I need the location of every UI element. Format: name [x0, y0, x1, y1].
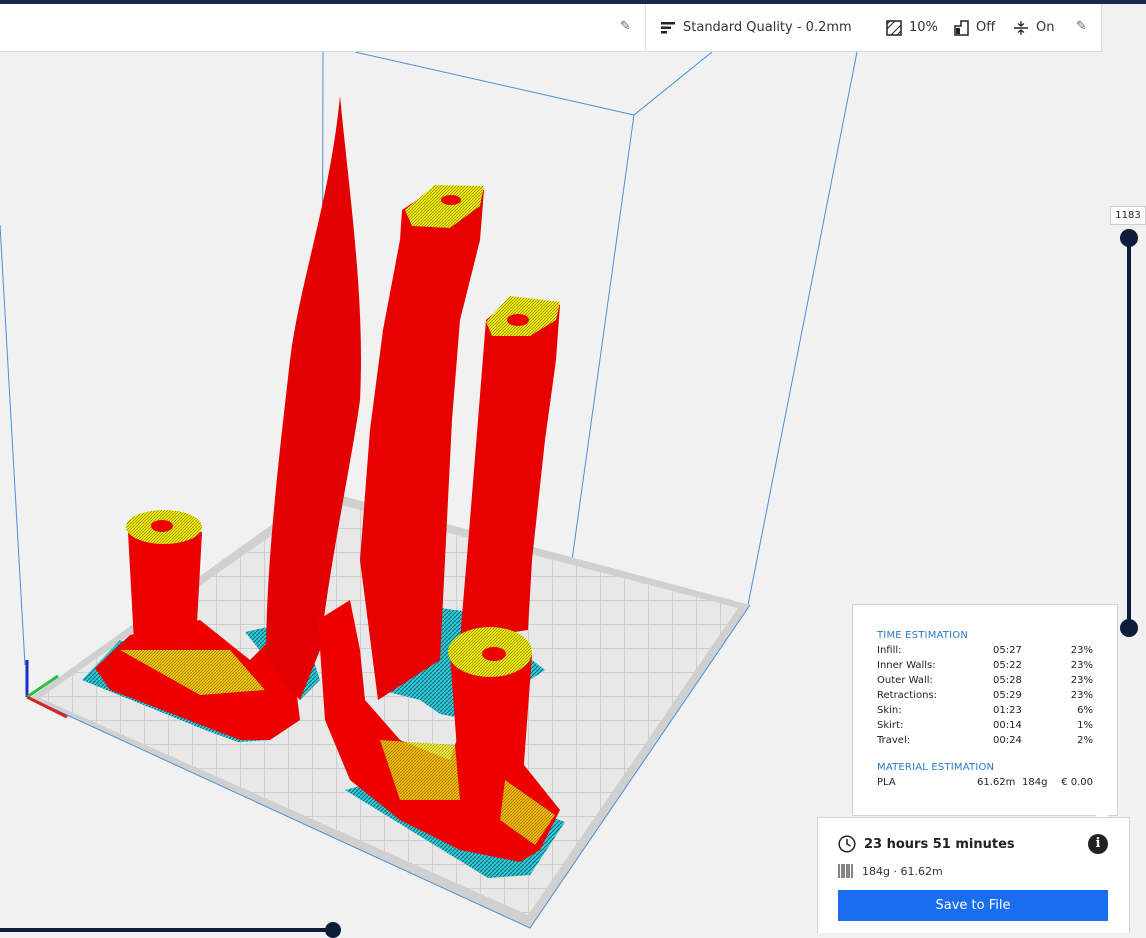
time-row-time: 00:14 [993, 720, 1022, 731]
time-row-pct: 23% [1070, 675, 1093, 686]
time-row-time: 05:22 [993, 660, 1022, 671]
time-row-time: 05:27 [993, 645, 1022, 656]
layer-slider-bottom-handle[interactable] [1120, 619, 1138, 637]
time-row: Travel: 00:24 2% [877, 735, 1093, 750]
print-settings-bar[interactable]: Standard Quality - 0.2mm 10% Off On ✎ [646, 4, 1102, 52]
time-row-label: Outer Wall: [877, 675, 933, 686]
material-estimation-title: MATERIAL ESTIMATION [877, 762, 995, 773]
time-row-pct: 2% [1077, 735, 1093, 746]
profile-icon [661, 21, 675, 33]
pencil-icon[interactable]: ✎ [1076, 19, 1087, 34]
material-length: 61.62m [977, 777, 1016, 788]
time-row-pct: 23% [1070, 660, 1093, 671]
toolbar-left: ✎ [0, 4, 646, 52]
material-summary-row: 184g · 61.62m [838, 862, 943, 880]
material-weight: 184g [1022, 777, 1048, 788]
time-row-label: Travel: [877, 735, 911, 746]
time-row: Inner Walls: 05:22 23% [877, 660, 1093, 675]
time-row: Outer Wall: 05:28 23% [877, 675, 1093, 690]
time-row: Skirt: 00:14 1% [877, 720, 1093, 735]
layer-progress-handle[interactable] [325, 922, 341, 938]
time-row-label: Infill: [877, 645, 902, 656]
material-name: PLA [877, 777, 896, 788]
infill-icon [886, 19, 902, 36]
print-time-row: 23 hours 51 minutes [838, 834, 1015, 854]
time-row-pct: 6% [1077, 705, 1093, 716]
adhesion-icon [1014, 20, 1028, 35]
print-time: 23 hours 51 minutes [864, 836, 1015, 852]
time-row-time: 01:23 [993, 705, 1022, 716]
time-row-pct: 1% [1077, 720, 1093, 731]
material-summary: 184g · 61.62m [862, 864, 943, 878]
time-row-time: 00:24 [993, 735, 1022, 746]
print-summary-panel: 23 hours 51 minutes i 184g · 61.62m Save… [817, 817, 1130, 933]
layer-number-label[interactable]: 1183 [1110, 206, 1146, 225]
time-row-time: 05:28 [993, 675, 1022, 686]
infill-setting[interactable]: 10% [886, 4, 938, 51]
spool-icon [838, 864, 853, 878]
time-row-label: Inner Walls: [877, 660, 936, 671]
info-icon[interactable]: i [1088, 834, 1108, 854]
profile-label: Standard Quality - 0.2mm [683, 20, 852, 35]
time-row: Retractions: 05:29 23% [877, 690, 1093, 705]
time-row: Skin: 01:23 6% [877, 705, 1093, 720]
time-row-pct: 23% [1070, 690, 1093, 701]
time-row-label: Skin: [877, 705, 902, 716]
pencil-icon[interactable]: ✎ [620, 19, 631, 34]
time-row: Infill: 05:27 23% [877, 645, 1093, 660]
material-row: PLA 61.62m 184g € 0.00 [877, 777, 1093, 792]
layer-slider-track[interactable] [1127, 238, 1131, 628]
estimation-popup: TIME ESTIMATION Infill: 05:27 23% Inner … [852, 604, 1118, 816]
time-row-time: 05:29 [993, 690, 1022, 701]
material-cost: € 0.00 [1061, 777, 1093, 788]
clock-icon [838, 835, 856, 853]
time-row-pct: 23% [1070, 645, 1093, 656]
time-estimation-title: TIME ESTIMATION [877, 630, 969, 641]
infill-value: 10% [909, 20, 938, 35]
profile-selector[interactable]: Standard Quality - 0.2mm [660, 4, 852, 51]
time-row-label: Retractions: [877, 690, 938, 701]
adhesion-setting[interactable]: On [1013, 4, 1054, 51]
layer-progress-slider[interactable] [0, 928, 330, 932]
support-icon [954, 19, 969, 36]
time-row-label: Skirt: [877, 720, 904, 731]
support-setting[interactable]: Off [953, 4, 995, 51]
adhesion-value: On [1036, 20, 1055, 35]
save-to-file-button[interactable]: Save to File [838, 890, 1108, 921]
support-value: Off [976, 20, 996, 35]
layer-slider-top-handle[interactable] [1120, 229, 1138, 247]
